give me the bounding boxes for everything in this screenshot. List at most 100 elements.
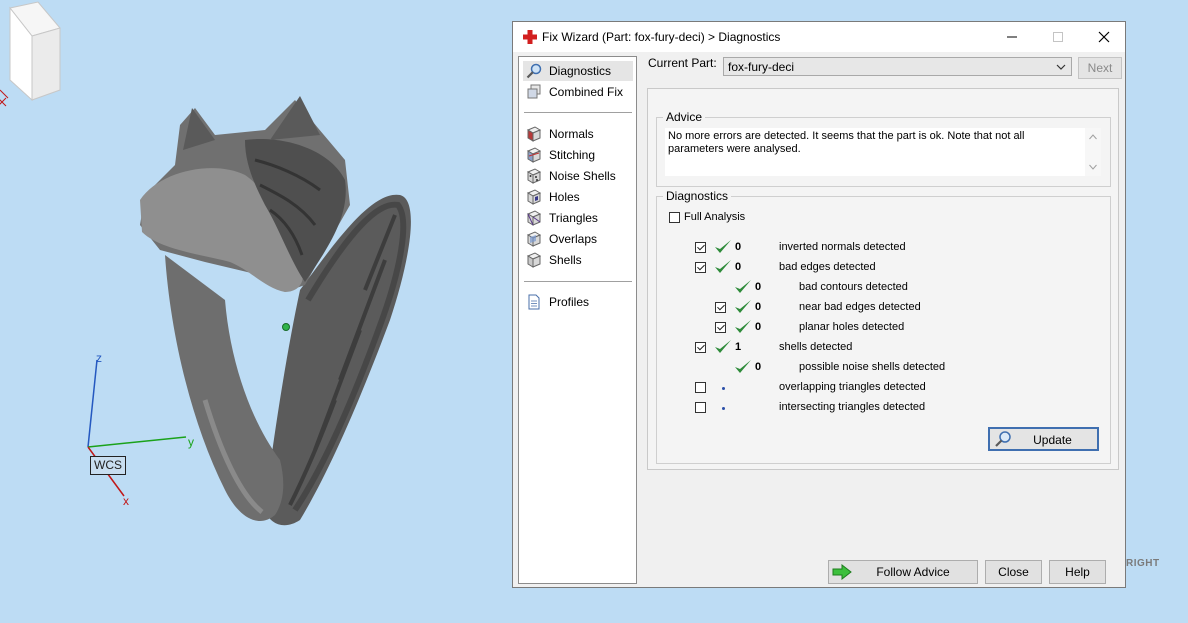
diagnostic-checkbox[interactable]	[695, 242, 706, 253]
scroll-up-icon[interactable]	[1089, 134, 1097, 140]
fox-ring-model[interactable]	[140, 96, 411, 526]
diagnostic-label: bad contours detected	[799, 281, 908, 293]
minimize-button[interactable]	[989, 22, 1035, 52]
noise-shells-icon	[526, 168, 542, 184]
nav-label-shells: Shells	[549, 253, 582, 267]
nav-item-holes[interactable]: Holes	[523, 187, 633, 207]
nav-item-diagnostics[interactable]: Diagnostics	[523, 61, 633, 81]
scroll-down-icon[interactable]	[1089, 164, 1097, 170]
close-icon	[1098, 31, 1110, 43]
z-axis-label: z	[96, 351, 102, 365]
nav-item-shells[interactable]: Shells	[523, 250, 633, 270]
advice-text: No more errors are detected. It seems th…	[668, 130, 1025, 155]
close-button[interactable]: Close	[985, 560, 1042, 584]
update-label: Update	[1033, 433, 1072, 447]
minimize-icon	[1007, 36, 1017, 38]
diagnostic-checkbox[interactable]	[695, 402, 706, 413]
nav-item-combined-fix[interactable]: Combined Fix	[523, 82, 633, 102]
diagnostic-checkbox[interactable]	[695, 342, 706, 353]
diagnostic-label: overlapping triangles detected	[779, 381, 926, 393]
diagnostics-group-title: Diagnostics	[663, 189, 732, 203]
check-icon	[715, 340, 731, 353]
nav-item-triangles[interactable]: Triangles	[523, 208, 633, 228]
nav-label-overlaps: Overlaps	[549, 232, 598, 246]
help-button[interactable]: Help	[1049, 560, 1106, 584]
overlaps-cube-icon	[526, 231, 542, 247]
nav-item-overlaps[interactable]: Overlaps	[523, 229, 633, 249]
current-part-select[interactable]: fox-fury-deci	[723, 57, 1072, 76]
check-icon	[715, 240, 731, 253]
pending-dot-icon	[722, 387, 725, 390]
diagnostic-count: 0	[755, 301, 762, 313]
nav-item-stitching[interactable]: Stitching	[523, 145, 633, 165]
check-icon	[735, 360, 751, 373]
chevron-down-icon	[1056, 64, 1066, 70]
nav-label-profiles: Profiles	[549, 295, 590, 309]
check-icon	[715, 260, 731, 273]
pending-dot-icon	[722, 407, 725, 410]
diagnostic-label: inverted normals detected	[779, 241, 906, 253]
fix-wizard-dialog: Fix Wizard (Part: fox-fury-deci) > Diagn…	[512, 21, 1126, 588]
diagnostic-label: planar holes detected	[799, 321, 905, 333]
diagnostics-panel: Advice No more errors are detected. It s…	[647, 88, 1119, 470]
magnifier-icon	[526, 63, 542, 79]
nav-divider	[524, 281, 632, 282]
follow-advice-label: Follow Advice	[876, 565, 950, 579]
advice-group-title: Advice	[663, 110, 706, 124]
diagnostic-count: 0	[735, 241, 742, 253]
diagnostic-label: intersecting triangles detected	[779, 401, 926, 413]
view-cube[interactable]	[0, 0, 70, 118]
diagnostic-count: 0	[755, 321, 762, 333]
advice-text-box: No more errors are detected. It seems th…	[665, 128, 1093, 176]
wizard-nav-panel: Diagnostics Combined Fix Normals Stitchi…	[518, 56, 637, 584]
diagnostic-count: 0	[755, 361, 762, 373]
y-axis-line	[87, 436, 187, 448]
advice-group: Advice No more errors are detected. It s…	[656, 110, 1111, 187]
nav-label-combined-fix: Combined Fix	[549, 85, 624, 99]
nav-label-triangles: Triangles	[549, 211, 598, 225]
diagnostic-label: bad edges detected	[779, 261, 876, 273]
close-window-button[interactable]	[1081, 22, 1127, 52]
nav-label-noise-shells: Noise Shells	[549, 169, 616, 183]
diagnostic-checkbox[interactable]	[715, 322, 726, 333]
current-part-label: Current Part:	[648, 56, 717, 70]
nav-item-noise-shells[interactable]: Noise Shells	[523, 166, 633, 186]
nav-item-profiles[interactable]: Profiles	[523, 292, 633, 312]
update-button[interactable]: Update	[988, 427, 1099, 451]
shells-cube-icon	[526, 252, 542, 268]
x-axis-label: x	[123, 494, 129, 508]
next-button[interactable]: Next	[1078, 57, 1122, 79]
nav-label-normals: Normals	[549, 127, 594, 141]
diagnostic-label: near bad edges detected	[799, 301, 921, 313]
full-analysis-label: Full Analysis	[684, 211, 746, 223]
diagnostic-count: 0	[755, 281, 762, 293]
current-part-value: fox-fury-deci	[728, 60, 795, 74]
full-analysis-checkbox[interactable]	[669, 212, 680, 223]
red-cross-icon	[523, 30, 537, 44]
nav-divider	[524, 112, 632, 113]
nav-item-normals[interactable]: Normals	[523, 124, 633, 144]
nav-label-diagnostics: Diagnostics	[549, 64, 612, 78]
wcs-label: WCS	[90, 456, 126, 475]
diagnostic-checkbox[interactable]	[695, 262, 706, 273]
view-cube-label: RIGHT	[1126, 558, 1160, 569]
triangles-cube-icon	[526, 210, 542, 226]
diagnostic-checkbox[interactable]	[715, 302, 726, 313]
check-icon	[735, 300, 751, 313]
dialog-titlebar[interactable]: Fix Wizard (Part: fox-fury-deci) > Diagn…	[513, 22, 1125, 52]
y-axis-label: y	[188, 435, 194, 449]
document-icon	[528, 294, 540, 310]
nav-label-stitching: Stitching	[549, 148, 596, 162]
diagnostics-group: Diagnostics Full Analysis 0 inverted norm…	[656, 189, 1111, 464]
maximize-button[interactable]	[1035, 22, 1081, 52]
follow-advice-button[interactable]: Follow Advice	[828, 560, 978, 584]
advice-scrollbar[interactable]	[1085, 128, 1101, 176]
maximize-icon	[1053, 32, 1063, 42]
diagnostic-checkbox[interactable]	[695, 382, 706, 393]
diagnostic-label: possible noise shells detected	[799, 361, 946, 373]
dialog-title: Fix Wizard (Part: fox-fury-deci) > Diagn…	[542, 30, 781, 44]
z-axis-line	[87, 359, 98, 448]
cube-stack-icon	[527, 84, 541, 99]
check-icon	[735, 280, 751, 293]
diagnostic-count: 0	[735, 261, 742, 273]
